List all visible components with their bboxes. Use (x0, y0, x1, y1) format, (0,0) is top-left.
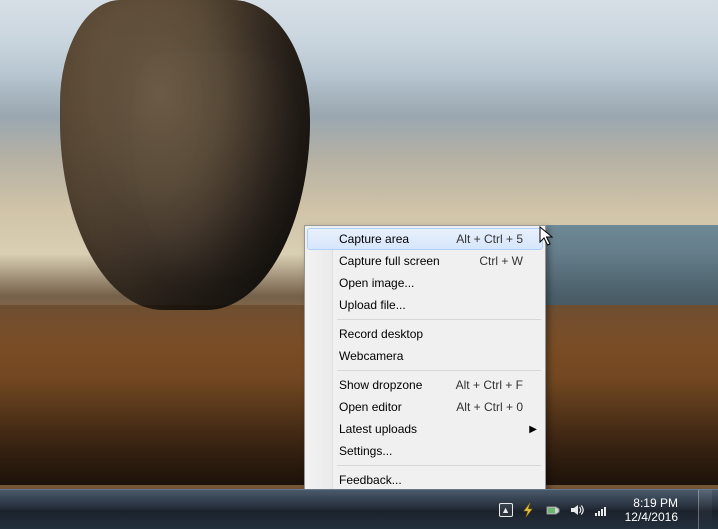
menu-separator (337, 316, 541, 323)
menu-separator (337, 462, 541, 469)
clock-date: 12/4/2016 (625, 510, 678, 524)
desktop-wallpaper: Capture area Alt + Ctrl + 5 Capture full s… (0, 0, 718, 529)
menu-item-label: Webcamera (339, 349, 523, 363)
menu-item-shortcut: Alt + Ctrl + 5 (456, 232, 523, 246)
tray-context-menu[interactable]: Capture area Alt + Ctrl + 5 Capture full s… (304, 225, 546, 516)
menu-item-shortcut: Ctrl + W (479, 254, 523, 268)
menu-item-feedback[interactable]: Feedback... (307, 469, 543, 491)
menu-item-label: Latest uploads (339, 422, 523, 436)
menu-item-capture-fullscreen[interactable]: Capture full screen Ctrl + W (307, 250, 543, 272)
lightning-icon[interactable] (521, 502, 537, 518)
menu-item-label: Feedback... (339, 473, 523, 487)
volume-icon[interactable] (569, 502, 585, 518)
menu-item-settings[interactable]: Settings... (307, 440, 543, 462)
menu-item-upload-file[interactable]: Upload file... (307, 294, 543, 316)
menu-item-label: Show dropzone (339, 378, 444, 392)
menu-item-label: Settings... (339, 444, 523, 458)
menu-item-shortcut: Alt + Ctrl + 0 (456, 400, 523, 414)
taskbar[interactable]: ▲ (0, 489, 718, 529)
network-icon[interactable] (593, 502, 609, 518)
menu-item-label: Open editor (339, 400, 444, 414)
wallpaper-rock (60, 0, 310, 310)
menu-item-shortcut: Alt + Ctrl + F (456, 378, 523, 392)
clock-time: 8:19 PM (633, 496, 678, 510)
system-tray[interactable]: ▲ (489, 490, 718, 529)
menu-item-capture-area[interactable]: Capture area Alt + Ctrl + 5 (307, 228, 543, 250)
show-desktop-button[interactable] (698, 490, 712, 529)
menu-item-open-editor[interactable]: Open editor Alt + Ctrl + 0 (307, 396, 543, 418)
taskbar-clock[interactable]: 8:19 PM 12/4/2016 (617, 496, 686, 524)
menu-item-label: Capture area (339, 232, 444, 246)
menu-item-open-image[interactable]: Open image... (307, 272, 543, 294)
submenu-arrow-icon: ▶ (529, 424, 537, 435)
menu-item-label: Upload file... (339, 298, 523, 312)
menu-item-show-dropzone[interactable]: Show dropzone Alt + Ctrl + F (307, 374, 543, 396)
menu-item-webcamera[interactable]: Webcamera (307, 345, 543, 367)
menu-item-label: Record desktop (339, 327, 523, 341)
menu-separator (337, 367, 541, 374)
menu-item-label: Capture full screen (339, 254, 467, 268)
power-icon[interactable] (545, 502, 561, 518)
show-hidden-icons[interactable]: ▲ (499, 503, 513, 517)
menu-item-latest-uploads[interactable]: Latest uploads ▶ (307, 418, 543, 440)
menu-item-label: Open image... (339, 276, 523, 290)
menu-item-record-desktop[interactable]: Record desktop (307, 323, 543, 345)
